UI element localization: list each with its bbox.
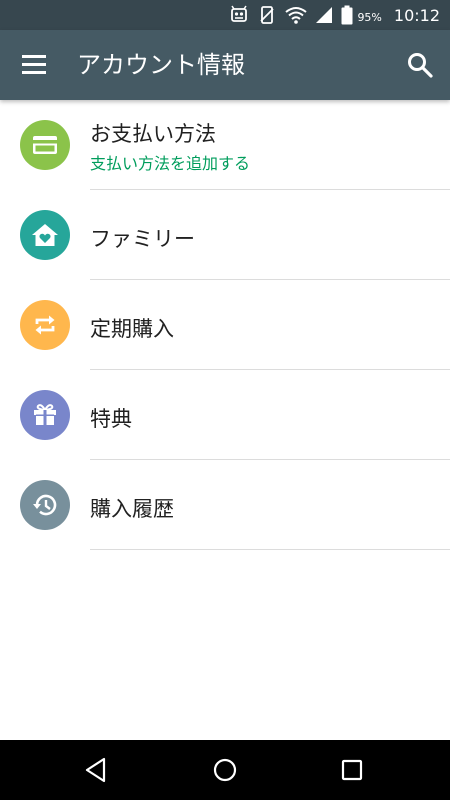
item-label: お支払い方法 [90, 122, 216, 146]
status-time: 10:12 [393, 5, 440, 25]
battery-percentage: 95% [357, 10, 382, 24]
list-item-rewards[interactable]: 特典 [0, 370, 450, 460]
back-icon [85, 757, 106, 783]
history-icon [33, 494, 57, 516]
family-home-icon [32, 224, 58, 246]
list-item-payment-methods[interactable]: お支払い方法 支払い方法を追加する [0, 100, 450, 190]
hamburger-menu-icon [22, 55, 46, 58]
notification-icon [229, 5, 249, 25]
navigation-bar [0, 740, 450, 800]
avatar [20, 120, 70, 170]
search-icon [408, 53, 433, 78]
item-label: 購入履歴 [90, 497, 174, 521]
account-menu-list: お支払い方法 支払い方法を追加する ファミリー 定期購入 特典 購入履歴 [0, 100, 450, 550]
avatar [20, 480, 70, 530]
recents-button[interactable] [337, 755, 367, 785]
item-label: 特典 [90, 407, 132, 431]
list-item-family[interactable]: ファミリー [0, 190, 450, 280]
divider [90, 549, 450, 550]
app-bar: アカウント情報 [0, 30, 450, 100]
add-payment-method-link[interactable]: 支払い方法を追加する [90, 150, 250, 174]
home-icon [213, 758, 237, 782]
battery-icon [341, 5, 353, 25]
repeat-icon [35, 315, 55, 335]
avatar [20, 390, 70, 440]
status-bar: 95% 10:12 [0, 0, 450, 30]
home-button[interactable] [210, 755, 240, 785]
search-button[interactable] [406, 51, 434, 79]
screen-rotation-icon [257, 5, 277, 25]
avatar [20, 300, 70, 350]
wifi-icon [285, 6, 308, 24]
credit-card-icon [33, 136, 57, 154]
recents-icon [341, 759, 363, 781]
signal-icon [315, 6, 333, 24]
back-button[interactable] [82, 755, 112, 785]
list-item-subscriptions[interactable]: 定期購入 [0, 280, 450, 370]
list-item-purchase-history[interactable]: 購入履歴 [0, 460, 450, 550]
avatar [20, 210, 70, 260]
item-label: 定期購入 [90, 317, 174, 341]
menu-button[interactable] [22, 53, 48, 77]
gift-icon [34, 404, 56, 425]
item-label: ファミリー [90, 227, 195, 251]
page-title: アカウント情報 [77, 51, 245, 79]
